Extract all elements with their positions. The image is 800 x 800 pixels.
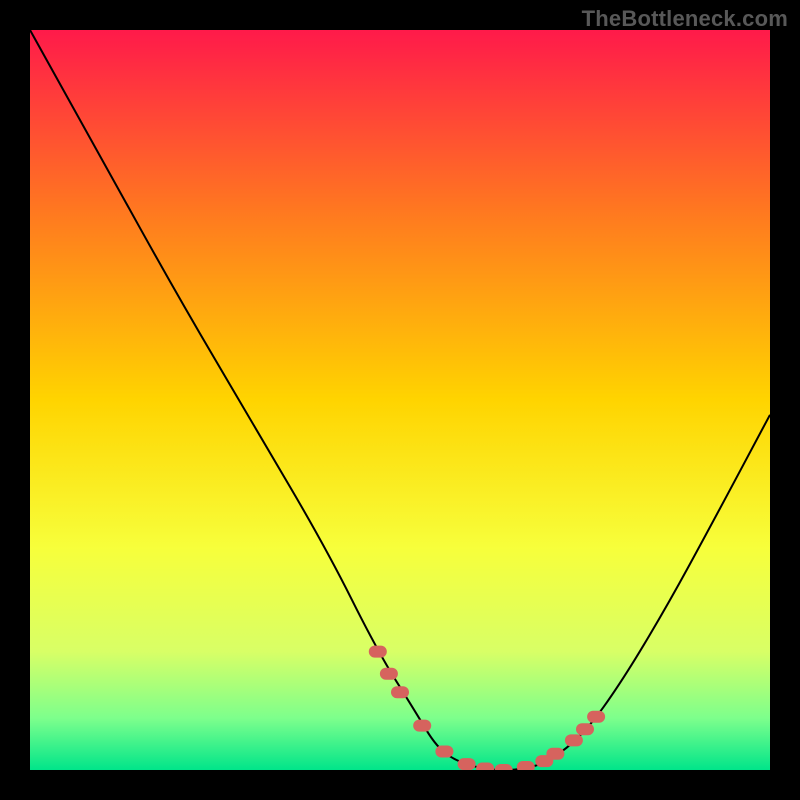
curve-marker bbox=[587, 711, 605, 723]
watermark-text: TheBottleneck.com bbox=[582, 6, 788, 32]
curve-marker bbox=[391, 686, 409, 698]
curve-marker bbox=[369, 646, 387, 658]
gradient-background bbox=[30, 30, 770, 770]
curve-marker bbox=[565, 734, 583, 746]
curve-marker bbox=[380, 668, 398, 680]
curve-marker bbox=[458, 758, 476, 770]
curve-marker bbox=[413, 720, 431, 732]
curve-marker bbox=[576, 723, 594, 735]
chart-canvas: TheBottleneck.com bbox=[0, 0, 800, 800]
curve-marker bbox=[546, 748, 564, 760]
curve-marker bbox=[435, 746, 453, 758]
bottleneck-curve-chart bbox=[0, 0, 800, 800]
